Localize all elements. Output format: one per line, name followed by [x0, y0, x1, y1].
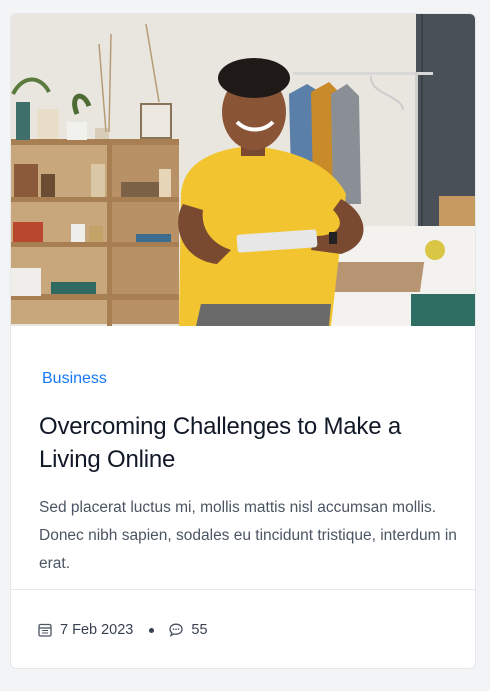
comments-link[interactable]: 55	[168, 622, 208, 638]
category-link[interactable]: Business	[42, 370, 107, 388]
comment-icon	[168, 622, 184, 638]
meta-separator-dot	[149, 627, 155, 633]
comment-count: 55	[191, 622, 208, 638]
post-meta: 7 Feb 2023 55	[37, 617, 208, 643]
post-date: 7 Feb 2023	[60, 622, 134, 638]
calendar-icon	[37, 622, 53, 638]
footer-divider	[11, 589, 475, 590]
post-excerpt: Sed placerat luctus mi, mollis mattis ni…	[39, 499, 457, 572]
post-body: Business Overcoming Challenges to Make a…	[11, 326, 475, 588]
blog-post-card[interactable]: Business Overcoming Challenges to Make a…	[10, 13, 476, 669]
post-title[interactable]: Overcoming Challenges to Make a Living O…	[39, 410, 459, 476]
post-thumbnail-image[interactable]	[11, 14, 475, 326]
